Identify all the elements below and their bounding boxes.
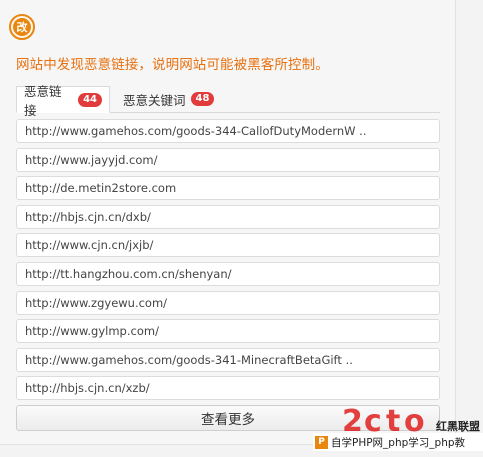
- tab-bar: 恶意链接 44 恶意关键词 48: [16, 84, 440, 118]
- svg-text:2: 2: [342, 404, 363, 434]
- svg-text:o: o: [404, 404, 425, 434]
- watermark-brand: 红黑联盟: [436, 420, 480, 433]
- svg-text:c: c: [364, 404, 382, 434]
- svg-text:t: t: [386, 404, 400, 434]
- malicious-link-panel: 改 网站中发现恶意链接，说明网站可能被黑客所控制。 恶意链接 44 恶意关键词 …: [0, 0, 456, 445]
- link-item[interactable]: http://www.jayyjd.com/: [16, 147, 440, 172]
- tab-label: 恶意关键词: [123, 92, 186, 108]
- link-item[interactable]: http://de.metin2store.com: [16, 176, 440, 201]
- p-logo-icon: P: [315, 435, 328, 449]
- tab-label: 恶意链接: [24, 83, 62, 118]
- watermark-text: 自学PHP网_php学习_php教: [331, 436, 466, 449]
- watermark-logo: 2 c t o: [342, 404, 425, 434]
- link-item[interactable]: http://www.zgyewu.com/: [16, 290, 440, 315]
- count-badge: 48: [190, 92, 215, 106]
- count-badge: 44: [78, 92, 102, 107]
- link-item[interactable]: http://www.gylmp.com/: [16, 319, 440, 344]
- link-item[interactable]: http://www.cjn.cn/jxjb/: [16, 233, 440, 258]
- tab-malicious-links[interactable]: 恶意链接 44: [16, 84, 110, 118]
- tab-malicious-keywords[interactable]: 恶意关键词 48: [116, 86, 221, 112]
- malicious-link-list: http://www.gamehos.com/goods-344-CallofD…: [16, 119, 440, 405]
- link-item[interactable]: http://tt.hangzhou.com.cn/shenyan/: [16, 261, 440, 286]
- warning-message: 网站中发现恶意链接，说明网站可能被黑客所控制。: [16, 57, 329, 73]
- link-item[interactable]: http://www.gamehos.com/goods-344-CallofD…: [16, 119, 440, 143]
- watermark-bar: P 自学PHP网_php学习_php教: [313, 433, 483, 451]
- link-item[interactable]: http://www.gamehos.com/goods-341-Minecra…: [16, 347, 440, 372]
- fix-icon-glyph: 改: [13, 18, 31, 36]
- link-item[interactable]: http://hbjs.cjn.cn/xzb/: [16, 376, 440, 401]
- fix-icon: 改: [9, 14, 35, 40]
- link-item[interactable]: http://hbjs.cjn.cn/dxb/: [16, 204, 440, 229]
